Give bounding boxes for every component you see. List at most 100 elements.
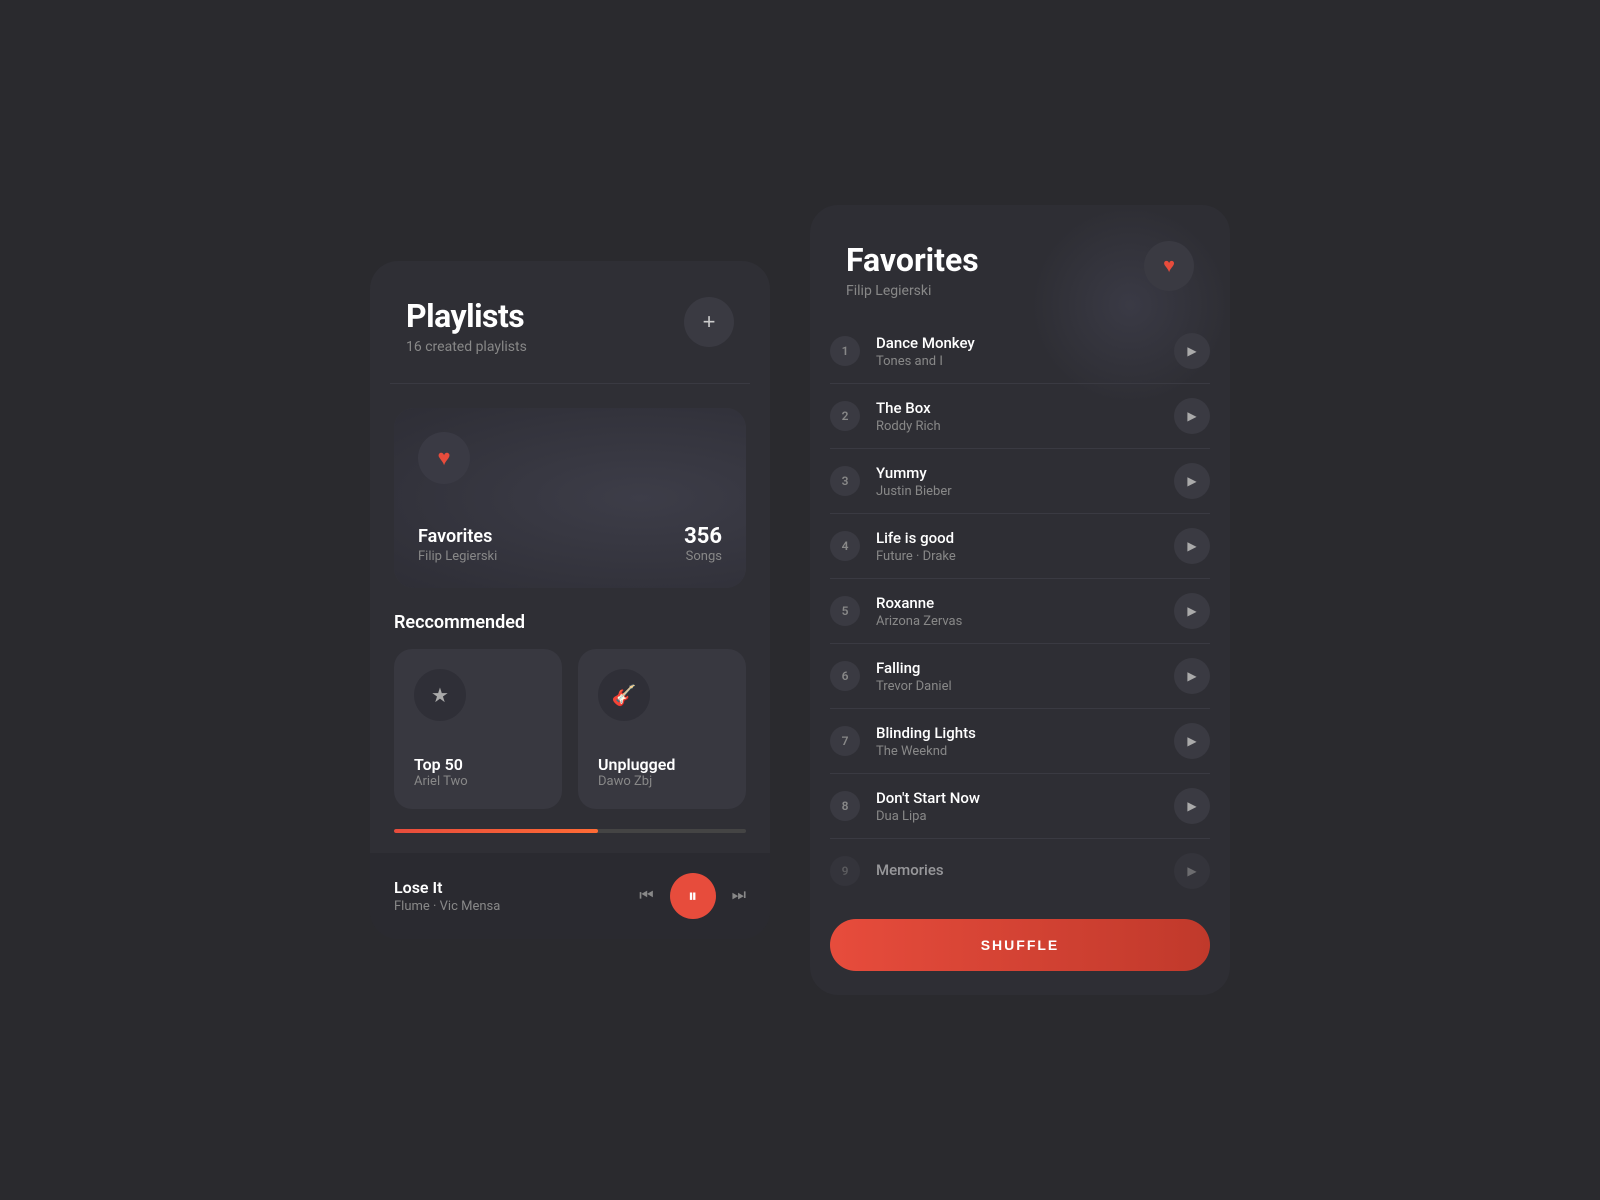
- np-info: Lose It Flume · Vic Mensa: [394, 878, 500, 914]
- fav-info: Favorites Filip Legierski: [418, 526, 497, 564]
- song-play-button[interactable]: ▶: [1174, 593, 1210, 629]
- progress-section: [370, 829, 770, 853]
- rec-card-sub-unplugged: Dawo Zbj: [598, 774, 726, 789]
- song-title: Don't Start Now: [876, 789, 1158, 807]
- recommended-title: Reccommended: [394, 612, 746, 633]
- song-item: 2 The Box Roddy Rich ▶: [830, 384, 1210, 449]
- fav-num: 356: [684, 524, 722, 549]
- song-artist: Trevor Daniel: [876, 679, 1158, 694]
- song-info: Blinding Lights The Weeknd: [876, 724, 1158, 759]
- song-play-button[interactable]: ▶: [1174, 463, 1210, 499]
- song-info: Memories: [876, 861, 1158, 881]
- shuffle-button[interactable]: SHUFFLE: [830, 919, 1210, 971]
- song-artist: Justin Bieber: [876, 484, 1158, 499]
- right-header-text: Favorites Filip Legierski: [846, 241, 979, 299]
- pause-button[interactable]: ⏸: [670, 873, 716, 919]
- favorites-card-footer: Favorites Filip Legierski 356 Songs: [418, 524, 722, 564]
- song-number: 1: [830, 336, 860, 366]
- song-play-button[interactable]: ▶: [1174, 853, 1210, 889]
- song-play-button[interactable]: ▶: [1174, 398, 1210, 434]
- panel-subtitle: 16 created playlists: [406, 339, 527, 355]
- right-header: Favorites Filip Legierski ♥: [810, 205, 1230, 319]
- song-info: Falling Trevor Daniel: [876, 659, 1158, 694]
- song-item: 8 Don't Start Now Dua Lipa ▶: [830, 774, 1210, 839]
- song-play-button[interactable]: ▶: [1174, 658, 1210, 694]
- header-text: Playlists 16 created playlists: [406, 297, 527, 355]
- rewind-button[interactable]: ⏮: [639, 887, 653, 905]
- np-artists: Flume · Vic Mensa: [394, 899, 500, 914]
- song-item: 5 Roxanne Arizona Zervas ▶: [830, 579, 1210, 644]
- song-info: Life is good Future · Drake: [876, 529, 1158, 564]
- now-playing: Lose It Flume · Vic Mensa ⏮ ⏸ ⏭: [370, 853, 770, 939]
- heart-button[interactable]: ♥: [1144, 241, 1194, 291]
- np-controls: ⏮ ⏸ ⏭: [639, 873, 746, 919]
- song-title: Roxanne: [876, 594, 1158, 612]
- song-number: 6: [830, 661, 860, 691]
- panel-title: Playlists: [406, 297, 527, 335]
- song-title: Dance Monkey: [876, 334, 1158, 352]
- pause-icon: ⏸: [688, 886, 697, 907]
- song-info: The Box Roddy Rich: [876, 399, 1158, 434]
- song-number: 3: [830, 466, 860, 496]
- rec-card-sub-top50: Ariel Two: [414, 774, 542, 789]
- song-artist: The Weeknd: [876, 744, 1158, 759]
- song-item: 7 Blinding Lights The Weeknd ▶: [830, 709, 1210, 774]
- favorites-card[interactable]: ♥ Favorites Filip Legierski 356 Songs: [394, 408, 746, 588]
- right-title: Favorites: [846, 241, 979, 279]
- song-number: 2: [830, 401, 860, 431]
- fav-songs-label: Songs: [684, 549, 722, 564]
- song-title: Life is good: [876, 529, 1158, 547]
- left-panel: Playlists 16 created playlists + ♥ Favor…: [370, 261, 770, 939]
- forward-button[interactable]: ⏭: [732, 887, 746, 905]
- add-playlist-button[interactable]: +: [684, 297, 734, 347]
- song-artist: Tones and I: [876, 354, 1158, 369]
- fav-name: Favorites: [418, 526, 497, 547]
- song-title: Memories: [876, 861, 1158, 879]
- rec-card-info-unplugged: Unplugged Dawo Zbj: [598, 727, 726, 789]
- right-subtitle: Filip Legierski: [846, 283, 979, 299]
- divider: [390, 383, 750, 384]
- song-item: 4 Life is good Future · Drake ▶: [830, 514, 1210, 579]
- heart-circle: ♥: [418, 432, 470, 484]
- rec-card-top50[interactable]: ★ Top 50 Ariel Two: [394, 649, 562, 809]
- song-item: 3 Yummy Justin Bieber ▶: [830, 449, 1210, 514]
- song-title: Blinding Lights: [876, 724, 1158, 742]
- fav-owner: Filip Legierski: [418, 549, 497, 564]
- song-number: 4: [830, 531, 860, 561]
- song-artist: Arizona Zervas: [876, 614, 1158, 629]
- rec-icon-star: ★: [414, 669, 466, 721]
- song-play-button[interactable]: ▶: [1174, 788, 1210, 824]
- song-play-button[interactable]: ▶: [1174, 528, 1210, 564]
- song-artist: Roddy Rich: [876, 419, 1158, 434]
- song-number: 8: [830, 791, 860, 821]
- rec-card-name-unplugged: Unplugged: [598, 755, 726, 774]
- song-list: 1 Dance Monkey Tones and I ▶ 2 The Box R…: [810, 319, 1230, 903]
- rec-icon-guitar: 🎸: [598, 669, 650, 721]
- song-info: Roxanne Arizona Zervas: [876, 594, 1158, 629]
- heart-fill-icon: ♥: [1163, 255, 1175, 278]
- song-title: Falling: [876, 659, 1158, 677]
- progress-bar-fill: [394, 829, 598, 833]
- song-info: Dance Monkey Tones and I: [876, 334, 1158, 369]
- song-item: 6 Falling Trevor Daniel ▶: [830, 644, 1210, 709]
- song-play-button[interactable]: ▶: [1174, 333, 1210, 369]
- progress-bar-track[interactable]: [394, 829, 746, 833]
- heart-icon: ♥: [437, 445, 450, 471]
- favorites-card-content: ♥ Favorites Filip Legierski 356 Songs: [418, 432, 722, 564]
- song-info: Yummy Justin Bieber: [876, 464, 1158, 499]
- shuffle-section: SHUFFLE: [810, 903, 1230, 995]
- recommended-section: Reccommended ★ Top 50 Ariel Two 🎸 Unplug…: [370, 612, 770, 829]
- song-number: 9: [830, 856, 860, 886]
- song-number: 7: [830, 726, 860, 756]
- song-item: 1 Dance Monkey Tones and I ▶: [830, 319, 1210, 384]
- rec-cards: ★ Top 50 Ariel Two 🎸 Unplugged Dawo Zbj: [394, 649, 746, 809]
- right-panel: Favorites Filip Legierski ♥ 1 Dance Monk…: [810, 205, 1230, 995]
- np-title: Lose It: [394, 878, 500, 897]
- rec-card-unplugged[interactable]: 🎸 Unplugged Dawo Zbj: [578, 649, 746, 809]
- song-title: Yummy: [876, 464, 1158, 482]
- song-item: 9 Memories ▶: [830, 839, 1210, 903]
- song-info: Don't Start Now Dua Lipa: [876, 789, 1158, 824]
- panel-header: Playlists 16 created playlists +: [370, 261, 770, 383]
- song-play-button[interactable]: ▶: [1174, 723, 1210, 759]
- rec-card-name-top50: Top 50: [414, 755, 542, 774]
